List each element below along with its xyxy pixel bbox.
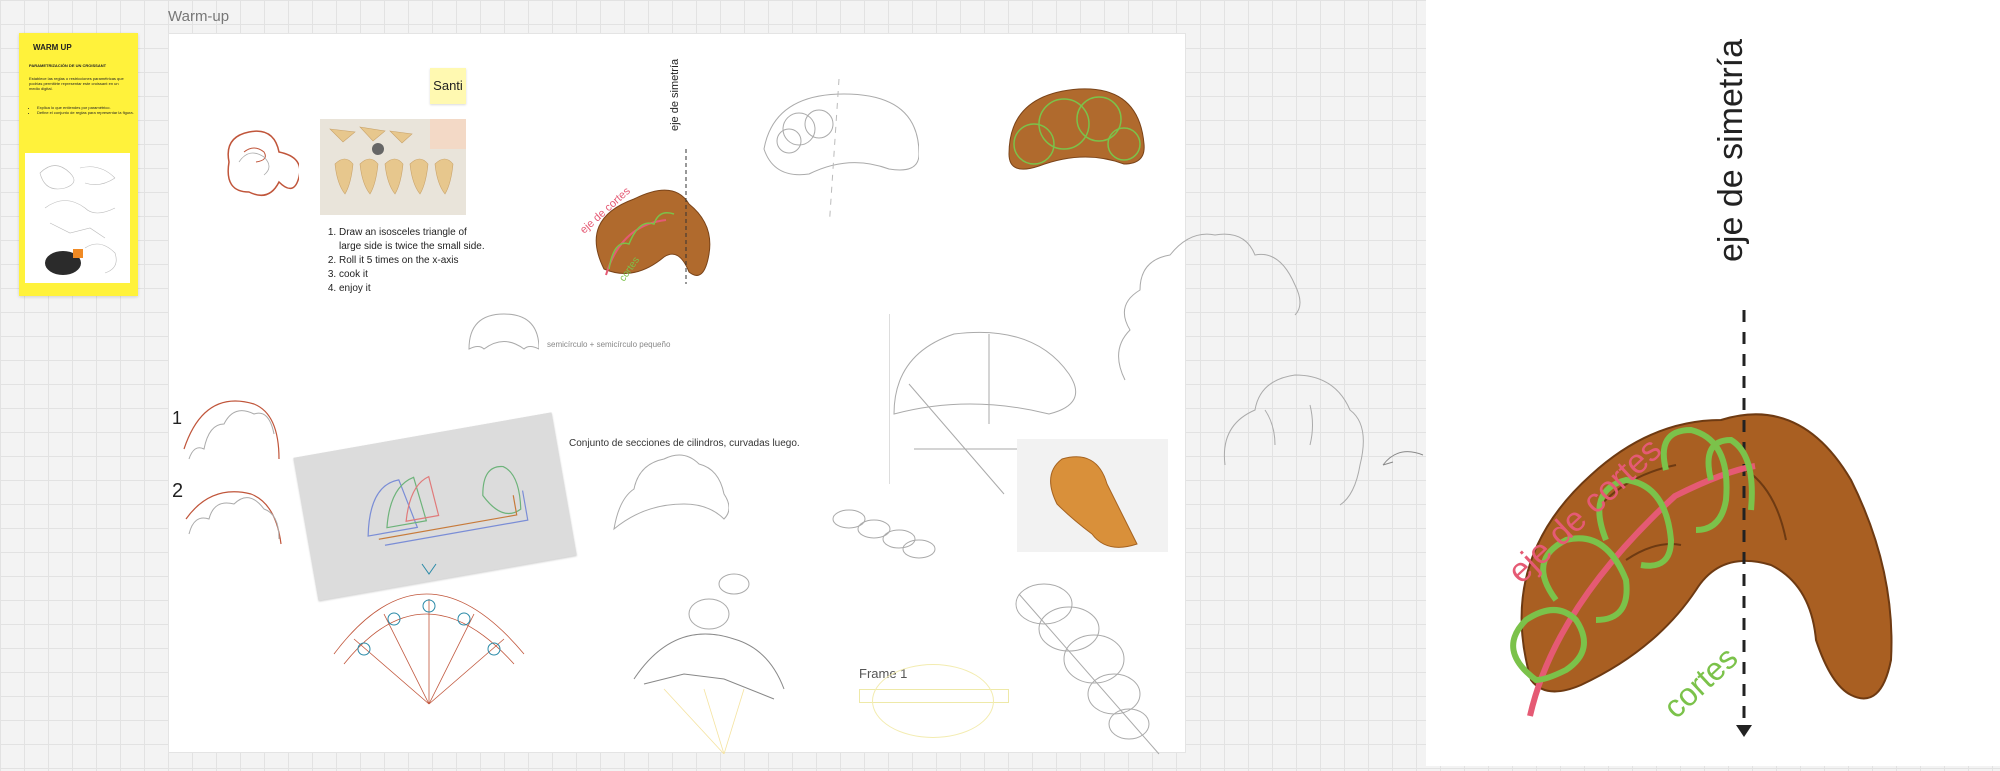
geometric-fan-sketch[interactable] — [324, 554, 534, 714]
steps-list[interactable]: Draw an isosceles triangle of large side… — [319, 226, 489, 296]
cylinders-caption[interactable]: Conjunto de secciones de cilindros, curv… — [569, 438, 800, 449]
warmup-bullets: Explica lo que entiendes por paramétrico… — [29, 105, 137, 115]
croissant-circles-photo[interactable] — [999, 79, 1149, 189]
annotated-croissant-small[interactable]: eje de simetría eje de cortes cortes — [564, 39, 739, 289]
zoom-eje-simetria-label: eje de simetría — [1712, 39, 1750, 262]
red-arc-sketch-2[interactable] — [181, 474, 291, 554]
semicircle-sketch[interactable] — [464, 304, 539, 354]
red-croissant-sketch[interactable] — [219, 122, 299, 202]
warmup-bullet: Define el conjunto de reglas para repres… — [37, 110, 137, 115]
croissant-circles-sketch[interactable] — [1009, 574, 1179, 764]
sticky-note[interactable]: Santi — [430, 68, 466, 104]
red-arc-sketch-1[interactable] — [179, 389, 289, 469]
list-item: Draw an isosceles triangle of large side… — [339, 226, 489, 254]
frame-1-ellipse[interactable] — [872, 664, 994, 738]
zoom-panel[interactable]: eje de simetría eje de cortes cortes — [1426, 0, 2000, 766]
arrow-sketch[interactable] — [1378, 440, 1424, 470]
links-sketch[interactable] — [829, 504, 939, 564]
eje-simetria-label-small: eje de simetría — [669, 58, 681, 131]
warmup-card[interactable]: WARM UP PARAMETRIZACIÓN DE UN CROISSANT … — [19, 33, 138, 296]
circles-croissant-sketch[interactable] — [759, 79, 919, 219]
croissant-photo[interactable] — [1017, 439, 1168, 552]
warmup-reference-image — [25, 153, 130, 283]
frame-title[interactable]: Warm-up — [168, 8, 229, 25]
warmup-frame[interactable]: Santi Draw an isosceles triangle of larg… — [168, 33, 1186, 755]
warmup-description: Establece las reglas o restricciones par… — [29, 76, 124, 91]
list-item: cook it — [339, 268, 489, 282]
outside-croissant-sketch-1[interactable] — [1105, 220, 1305, 390]
warmup-subtitle: PARAMETRIZACIÓN DE UN CROISSANT — [29, 63, 107, 68]
outside-croissant-sketch-2[interactable] — [1215, 370, 1370, 520]
wireframe-croissant-sketch[interactable] — [624, 569, 794, 754]
list-item: enjoy it — [339, 282, 489, 296]
warmup-title: WARM UP — [33, 43, 72, 52]
croissant-outline-sketch[interactable] — [609, 449, 729, 539]
zoomed-annotated-croissant: eje de simetría eje de cortes cortes — [1501, 39, 1893, 737]
baking-photo[interactable] — [320, 119, 466, 215]
list-item: Roll it 5 times on the x-axis — [339, 254, 489, 268]
semicircle-caption[interactable]: semicírculo + semicírculo pequeño — [547, 340, 670, 349]
zoom-cortes-label: cortes — [1656, 639, 1744, 725]
